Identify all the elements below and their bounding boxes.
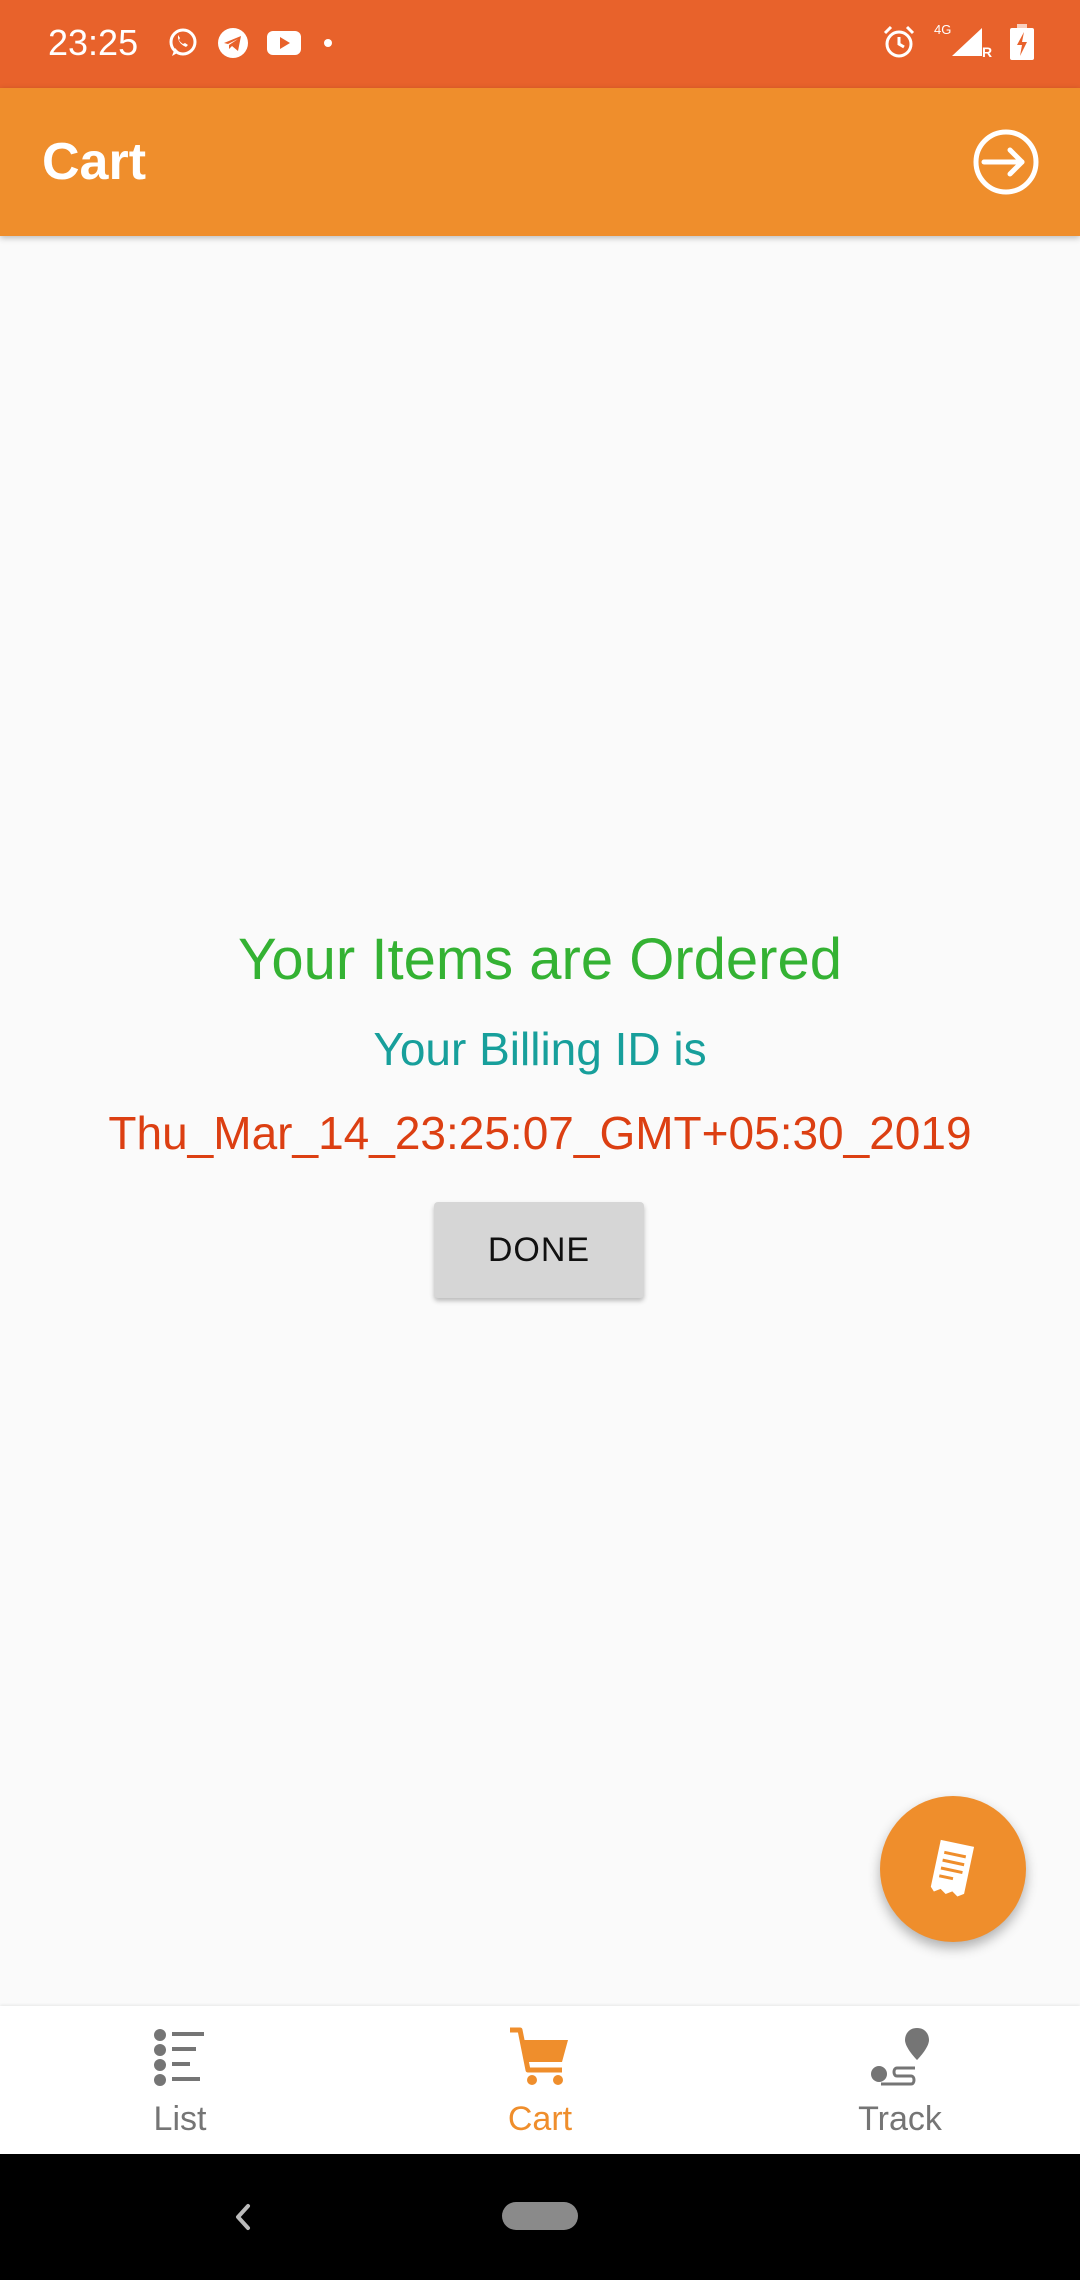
billing-id-label: Your Billing ID is bbox=[373, 1023, 707, 1075]
status-bar: 23:25 4G R bbox=[0, 0, 1080, 88]
system-home-pill[interactable] bbox=[502, 2202, 578, 2230]
logout-button[interactable] bbox=[968, 124, 1044, 200]
order-confirmation-title: Your Items are Ordered bbox=[238, 927, 842, 992]
nav-item-list[interactable]: List bbox=[0, 2006, 360, 2154]
youtube-icon bbox=[266, 29, 302, 57]
nav-item-track[interactable]: Track bbox=[720, 2006, 1080, 2154]
logout-icon bbox=[973, 129, 1039, 195]
roaming-label: R bbox=[982, 44, 993, 60]
app-bar: Cart bbox=[0, 88, 1080, 236]
system-back-button[interactable] bbox=[222, 2194, 262, 2240]
alarm-icon bbox=[880, 23, 918, 61]
signal-4g-icon: 4G R bbox=[932, 22, 994, 62]
billing-id-value: Thu_Mar_14_23:25:07_GMT+05:30_2019 bbox=[108, 1107, 972, 1159]
list-icon bbox=[154, 2029, 204, 2086]
dot-icon bbox=[318, 33, 338, 53]
telegram-icon bbox=[216, 26, 250, 60]
page-title: Cart bbox=[42, 133, 147, 191]
status-time: 23:25 bbox=[48, 22, 139, 63]
track-icon bbox=[871, 2028, 929, 2086]
whatsapp-icon bbox=[166, 26, 200, 60]
chevron-left-icon bbox=[236, 2204, 250, 2230]
battery-charging-icon bbox=[1008, 22, 1036, 62]
cart-icon bbox=[510, 2027, 568, 2085]
done-button[interactable]: DONE bbox=[434, 1202, 644, 1298]
receipt-icon bbox=[930, 1839, 975, 1897]
nav-label-track: Track bbox=[858, 2100, 942, 2138]
notification-icons bbox=[166, 26, 338, 60]
nav-label-cart: Cart bbox=[507, 2100, 573, 2138]
main-content: Your Items are Ordered Your Billing ID i… bbox=[0, 236, 1080, 2006]
bottom-navigation: List Cart Track bbox=[0, 2006, 1080, 2154]
nav-item-cart[interactable]: Cart bbox=[360, 2006, 720, 2154]
system-icons: 4G R bbox=[880, 22, 1036, 62]
nav-label-list: List bbox=[153, 2100, 207, 2138]
system-navigation-bar bbox=[0, 2154, 1080, 2280]
receipt-fab-button[interactable] bbox=[880, 1796, 1026, 1942]
